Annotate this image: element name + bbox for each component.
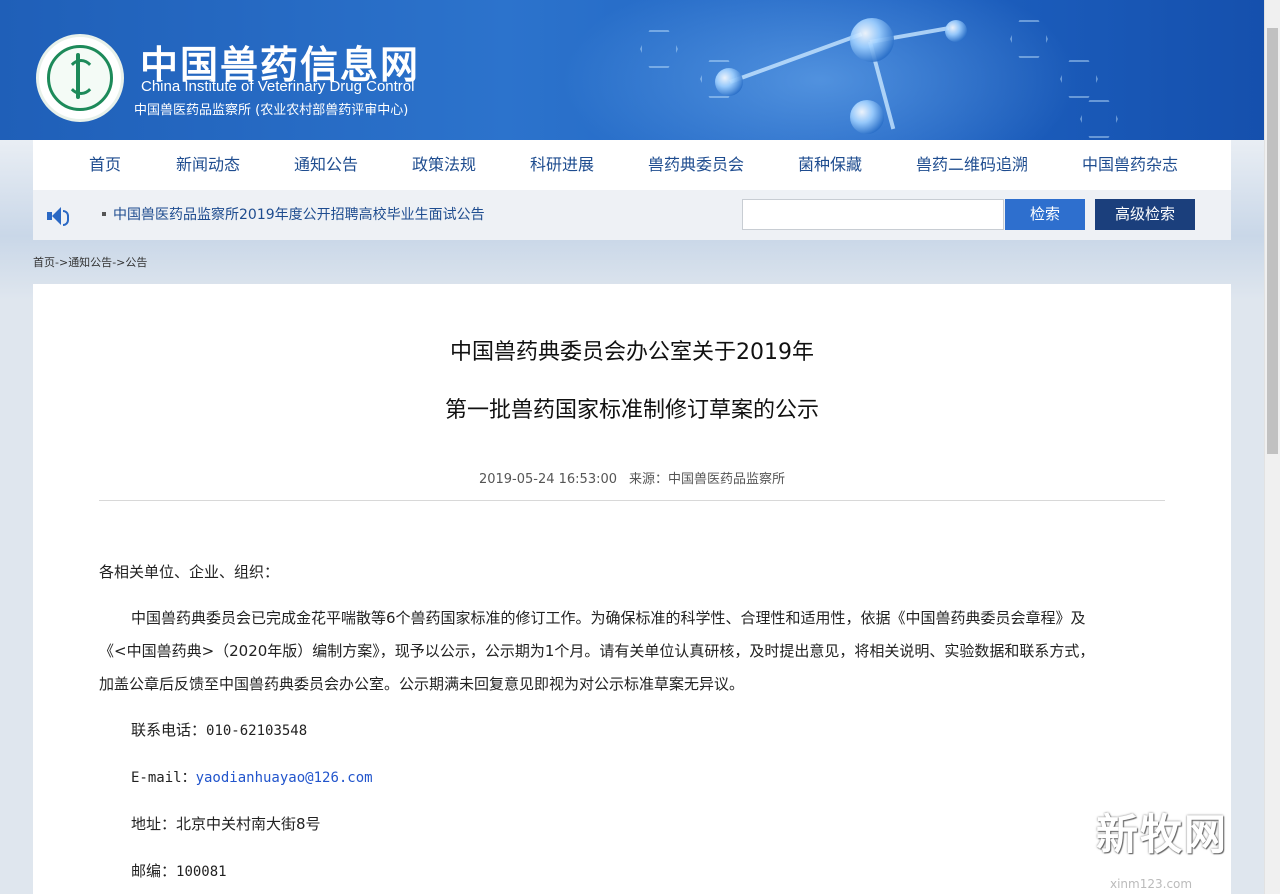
- notice-link[interactable]: 中国兽医药品监察所2019年度公开招聘高校毕业生面试公告: [113, 204, 485, 224]
- watermark: 新牧网 xinm123.com: [1080, 787, 1280, 894]
- breadcrumb-section[interactable]: 通知公告: [68, 256, 112, 269]
- article-meta: 2019-05-24 16:53:00 来源：中国兽医药品监察所: [33, 468, 1231, 487]
- nav-item-pharmacopoeia-committee[interactable]: 兽药典委员会: [648, 140, 744, 190]
- nav-item-policies[interactable]: 政策法规: [412, 140, 476, 190]
- molecule-sphere: [945, 20, 967, 42]
- article-container: 中国兽药典委员会办公室关于2019年 第一批兽药国家标准制修订草案的公示 201…: [33, 284, 1231, 894]
- article-body-line3: 加盖公章后反馈至中国兽药典委员会办公室。公示期满未回复意见即视为对公示标准草案无…: [99, 675, 745, 693]
- phone-label: 联系电话：: [131, 721, 207, 739]
- email-link[interactable]: yaodianhuayao@126.com: [196, 770, 373, 786]
- postcode-value: 100081: [176, 864, 227, 880]
- watermark-logo: 新牧网: [1096, 810, 1229, 859]
- bullet-icon: [102, 212, 106, 216]
- article-body-line1: 中国兽药典委员会已完成金花平喘散等6个兽药国家标准的修订工作。为确保标准的科学性…: [131, 609, 1086, 627]
- molecule-sphere: [850, 18, 894, 62]
- search-input[interactable]: [742, 199, 1004, 230]
- address-label: 地址：: [131, 815, 177, 833]
- breadcrumb-separator: ->: [112, 256, 126, 269]
- site-header: 中国兽药信息网 China Institute of Veterinary Dr…: [0, 0, 1264, 140]
- nav-item-research[interactable]: 科研进展: [530, 140, 594, 190]
- email-label: E-mail：: [131, 770, 196, 786]
- site-subtitle-cn: 中国兽医药品监察所 (农业农村部兽药评审中心): [134, 103, 409, 118]
- breadcrumb-separator: ->: [55, 256, 69, 269]
- article-body-line2: 《<中国兽药典>（2020年版）编制方案》，现予以公示，公示期为1个月。请有关单…: [99, 642, 1095, 660]
- breadcrumb-home[interactable]: 首页: [33, 256, 55, 269]
- logo-emblem[interactable]: [36, 34, 124, 122]
- advanced-search-button[interactable]: 高级检索: [1095, 199, 1195, 230]
- article-greeting: 各相关单位、企业、组织：: [99, 563, 280, 581]
- nav-item-home[interactable]: 首页: [89, 140, 121, 190]
- phone-value: 010-62103548: [206, 723, 308, 739]
- logo-snake: [66, 59, 96, 95]
- nav-item-news[interactable]: 新闻动态: [176, 140, 240, 190]
- search-button[interactable]: 检索: [1005, 199, 1085, 230]
- site-subtitle-en: China Institute of Veterinary Drug Contr…: [141, 78, 415, 95]
- speaker-icon: [47, 207, 69, 226]
- postcode-label: 邮编：: [131, 862, 177, 880]
- nav-item-journal[interactable]: 中国兽药杂志: [1082, 140, 1178, 190]
- molecule-sphere: [850, 100, 884, 134]
- address-value: 北京中关村南大街8号: [176, 815, 321, 833]
- scrollbar-thumb[interactable]: [1267, 28, 1278, 454]
- breadcrumb-current[interactable]: 公告: [125, 256, 147, 269]
- contact-phone: 联系电话：010-62103548: [131, 714, 1201, 748]
- molecule-sphere: [715, 68, 743, 96]
- nav-item-qr-traceability[interactable]: 兽药二维码追溯: [916, 140, 1028, 190]
- nav-item-notices[interactable]: 通知公告: [294, 140, 358, 190]
- contact-postcode: 邮编：100081: [131, 855, 1201, 889]
- article-title-line2: 第一批兽药国家标准制修订草案的公示: [444, 398, 819, 423]
- article-title-line1: 中国兽药典委员会办公室关于2019年: [450, 340, 814, 365]
- header-glow: [560, 0, 1080, 140]
- article-source: 来源：中国兽医药品监察所: [629, 472, 786, 487]
- watermark-url: xinm123.com: [1110, 877, 1193, 891]
- divider: [99, 500, 1165, 501]
- page-scrollbar[interactable]: [1264, 0, 1280, 894]
- contact-address: 地址：北京中关村南大街8号: [131, 808, 1201, 841]
- breadcrumb: 首页->通知公告->公告: [33, 254, 147, 270]
- nav-item-strain-collection[interactable]: 菌种保藏: [798, 140, 862, 190]
- article-datetime: 2019-05-24 16:53:00: [478, 472, 618, 487]
- notice-bar: 中国兽医药品监察所2019年度公开招聘高校毕业生面试公告 检索 高级检索: [33, 190, 1231, 240]
- contact-email: E-mail：yaodianhuayao@126.com: [131, 761, 1201, 795]
- hexagon-decoration: [1080, 100, 1118, 138]
- main-nav: 首页 新闻动态 通知公告 政策法规 科研进展 兽药典委员会 菌种保藏 兽药二维码…: [33, 140, 1231, 190]
